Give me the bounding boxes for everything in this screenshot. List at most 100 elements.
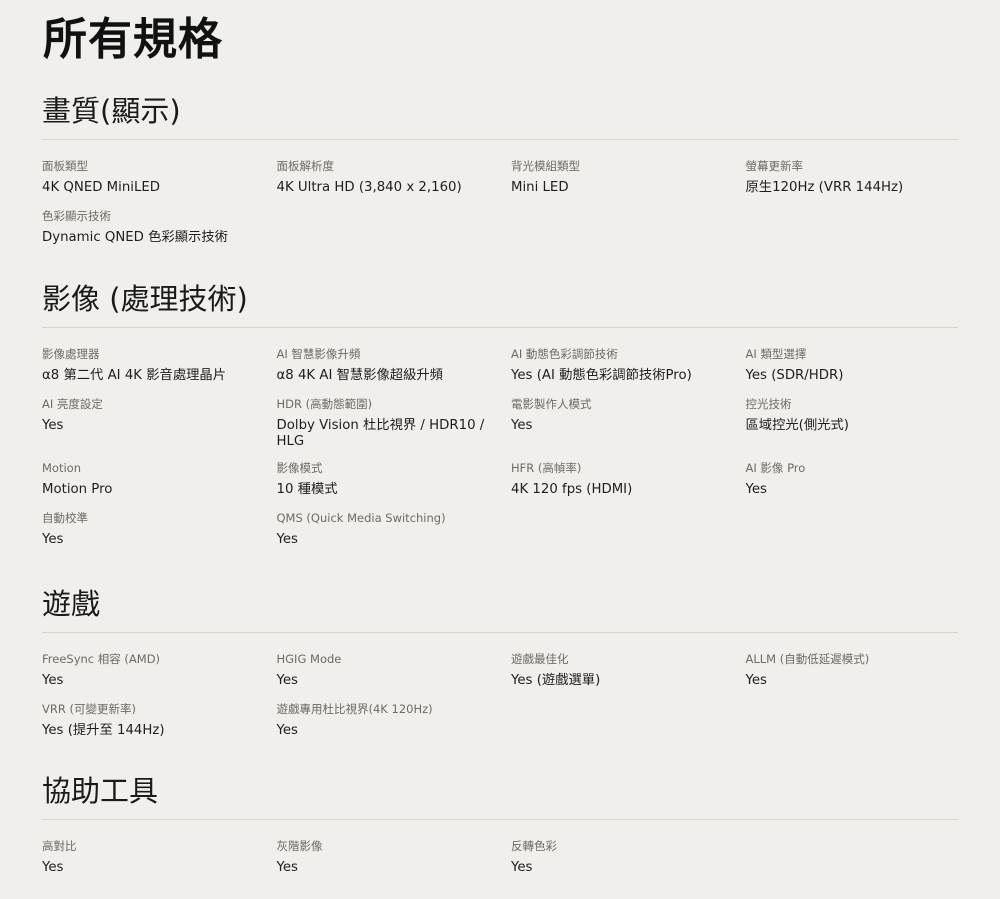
spec-page: 所有規格 畫質(顯示) 面板類型 4K QNED MiniLED 面板解析度 4…: [0, 0, 1000, 899]
spec-item: 電影製作人模式 Yes: [511, 396, 746, 450]
spec-item: ALLM (自動低延遲模式) Yes: [746, 651, 959, 691]
spec-grid: 面板類型 4K QNED MiniLED 面板解析度 4K Ultra HD (…: [42, 158, 958, 248]
spec-value: Yes: [276, 532, 298, 547]
section-title: 影像 (處理技術): [42, 282, 248, 316]
section-gaming: 遊戲 FreeSync 相容 (AMD) Yes HGIG Mode Yes 遊…: [42, 584, 958, 741]
section-title: 協助工具: [42, 774, 159, 808]
spec-label: 影像處理器: [42, 347, 100, 361]
spec-value: Yes (SDR/HDR): [745, 368, 844, 383]
spec-label: 影像模式: [276, 461, 323, 475]
spec-value: Yes: [276, 723, 298, 738]
spec-label: 控光技術: [745, 397, 792, 411]
spec-item: HGIG Mode Yes: [277, 651, 512, 691]
spec-item: AI 智慧影像升頻 α8 4K AI 智慧影像超級升頻: [277, 346, 512, 386]
spec-label: 反轉色彩: [511, 839, 557, 853]
spec-label: 高對比: [42, 839, 77, 853]
spec-value: Yes: [42, 532, 64, 547]
spec-value: 4K 120 fps (HDMI): [511, 482, 633, 497]
spec-value: Yes: [745, 673, 767, 688]
spec-item: 灰階影像 Yes: [277, 838, 512, 878]
spec-item: 螢幕更新率 原生120Hz (VRR 144Hz): [746, 158, 959, 198]
section-divider: [42, 632, 958, 633]
section-accessibility: 協助工具 高對比 Yes 灰階影像 Yes 反轉色彩 Yes: [42, 771, 958, 878]
spec-grid: 影像處理器 α8 第二代 AI 4K 影音處理晶片 AI 智慧影像升頻 α8 4…: [42, 346, 958, 550]
spec-value: Dynamic QNED 色彩顯示技術: [42, 230, 228, 245]
spec-value: Dolby Vision 杜比視界 / HDR10 / HLG: [276, 418, 485, 449]
spec-item: 控光技術 區域控光(側光式): [746, 396, 959, 450]
spec-value: Yes (提升至 144Hz): [42, 723, 165, 738]
spec-label: 灰階影像: [276, 839, 323, 853]
section-divider: [42, 139, 958, 140]
spec-value: Yes: [511, 418, 533, 433]
spec-value: Motion Pro: [42, 482, 113, 497]
spec-label: AI 亮度設定: [42, 397, 103, 411]
spec-label: VRR (可變更新率): [42, 702, 136, 716]
spec-label: FreeSync 相容 (AMD): [42, 652, 161, 666]
spec-value: Mini LED: [511, 180, 569, 195]
spec-grid: FreeSync 相容 (AMD) Yes HGIG Mode Yes 遊戲最佳…: [42, 651, 958, 741]
section-title: 遊戲: [42, 587, 101, 621]
spec-item: 遊戲最佳化 Yes (遊戲選單): [511, 651, 746, 691]
spec-item: QMS (Quick Media Switching) Yes: [277, 510, 512, 550]
spec-label: 面板解析度: [276, 159, 335, 173]
spec-value: α8 4K AI 智慧影像超級升頻: [276, 368, 443, 383]
spec-label: Motion: [42, 461, 81, 475]
spec-item: HFR (高幀率) 4K 120 fps (HDMI): [511, 460, 746, 500]
spec-value: Yes: [276, 673, 298, 688]
spec-value: 4K QNED MiniLED: [42, 180, 161, 195]
spec-label: AI 動態色彩調節技術: [511, 347, 618, 361]
spec-label: AI 類型選擇: [745, 347, 807, 361]
spec-item: AI 亮度設定 Yes: [42, 396, 277, 450]
spec-label: 遊戲專用杜比視界(4K 120Hz): [276, 702, 433, 716]
spec-label: HGIG Mode: [276, 652, 342, 666]
section-divider: [42, 819, 958, 820]
spec-label: 電影製作人模式: [511, 397, 592, 411]
spec-value: Yes: [511, 860, 533, 875]
spec-item: 背光模組類型 Mini LED: [511, 158, 746, 198]
spec-value: 原生120Hz (VRR 144Hz): [745, 180, 904, 195]
spec-value: Yes: [745, 482, 767, 497]
spec-item: FreeSync 相容 (AMD) Yes: [42, 651, 277, 691]
spec-item: AI 類型選擇 Yes (SDR/HDR): [746, 346, 959, 386]
spec-label: AI 影像 Pro: [745, 461, 806, 475]
spec-item: 色彩顯示技術 Dynamic QNED 色彩顯示技術: [42, 208, 277, 248]
section-display: 畫質(顯示) 面板類型 4K QNED MiniLED 面板解析度 4K Ult…: [42, 91, 958, 248]
spec-value: Yes: [42, 418, 64, 433]
spec-label: AI 智慧影像升頻: [276, 347, 361, 361]
spec-label: 色彩顯示技術: [42, 209, 111, 223]
spec-item: 影像處理器 α8 第二代 AI 4K 影音處理晶片: [42, 346, 277, 386]
spec-item: 自動校準 Yes: [42, 510, 277, 550]
spec-label: 螢幕更新率: [745, 159, 804, 173]
spec-label: 背光模組類型: [511, 159, 580, 173]
spec-label: ALLM (自動低延遲模式): [745, 652, 870, 666]
spec-value: Yes (AI 動態色彩調節技術Pro): [511, 368, 692, 383]
section-title: 畫質(顯示): [42, 94, 181, 128]
spec-item: AI 影像 Pro Yes: [746, 460, 959, 500]
spec-value: Yes (遊戲選單): [511, 673, 601, 688]
spec-label: HDR (高動態範圍): [276, 397, 373, 411]
spec-item: 反轉色彩 Yes: [511, 838, 746, 878]
spec-value: Yes: [42, 860, 64, 875]
spec-label: 面板類型: [42, 159, 88, 173]
section-image-processing: 影像 (處理技術) 影像處理器 α8 第二代 AI 4K 影音處理晶片 AI 智…: [42, 279, 958, 550]
spec-value: Yes: [276, 860, 298, 875]
spec-label: QMS (Quick Media Switching): [276, 511, 446, 525]
spec-label: 遊戲最佳化: [511, 652, 569, 666]
spec-value: 4K Ultra HD (3,840 x 2,160): [276, 180, 462, 195]
page-title: 所有規格: [43, 14, 223, 65]
spec-item: 遊戲專用杜比視界(4K 120Hz) Yes: [277, 701, 512, 741]
spec-value: α8 第二代 AI 4K 影音處理晶片: [42, 368, 227, 383]
spec-label: HFR (高幀率): [511, 461, 582, 475]
spec-item: Motion Motion Pro: [42, 460, 277, 500]
spec-item: VRR (可變更新率) Yes (提升至 144Hz): [42, 701, 277, 741]
spec-item: 面板解析度 4K Ultra HD (3,840 x 2,160): [277, 158, 512, 198]
spec-grid: 高對比 Yes 灰階影像 Yes 反轉色彩 Yes: [42, 838, 958, 878]
spec-item: AI 動態色彩調節技術 Yes (AI 動態色彩調節技術Pro): [511, 346, 746, 386]
spec-value: 區域控光(側光式): [745, 418, 849, 433]
spec-item: 高對比 Yes: [42, 838, 277, 878]
spec-item: HDR (高動態範圍) Dolby Vision 杜比視界 / HDR10 / …: [277, 396, 512, 450]
spec-label: 自動校準: [42, 511, 88, 525]
spec-value: 10 種模式: [276, 482, 338, 497]
spec-item: 面板類型 4K QNED MiniLED: [42, 158, 277, 198]
spec-item: 影像模式 10 種模式: [277, 460, 512, 500]
